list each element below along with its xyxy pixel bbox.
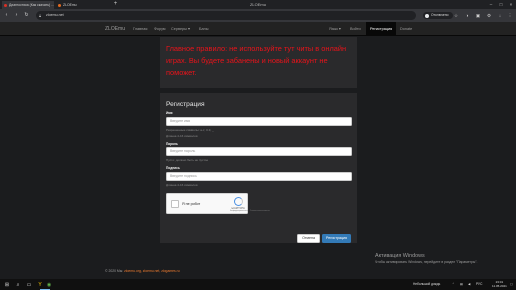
- recaptcha-links[interactable]: Конфиденциальность · Условия использован…: [230, 210, 270, 212]
- register-button[interactable]: Регистрация: [321, 234, 351, 243]
- settings-icon[interactable]: ⚙: [485, 11, 493, 20]
- form-actions: Отмена Регистрация: [297, 226, 351, 244]
- forward-arrow-icon[interactable]: ›: [12, 11, 21, 20]
- signature-input[interactable]: Введите подпись: [166, 171, 352, 181]
- nav-link-forum[interactable]: Форум: [154, 22, 166, 36]
- password-label: Пароль: [166, 141, 178, 146]
- chrome-icon[interactable]: ◉: [45, 281, 53, 289]
- address-bar[interactable]: 🔒︎ zloemu.net: [36, 11, 416, 20]
- cancel-button[interactable]: Отмена: [297, 234, 320, 243]
- warning-text: Главное правило: не используйте тут читы…: [166, 44, 347, 77]
- site-navbar: ZLOEmu Главная Форум Серверы ▾ Баны Язык…: [0, 22, 516, 36]
- sync-status-button[interactable]: Отключено: [423, 12, 453, 19]
- plus-icon[interactable]: +: [112, 1, 119, 8]
- nav-link-servers[interactable]: Серверы ▾: [171, 22, 190, 36]
- sync-label: Отключено: [431, 13, 449, 17]
- watermark-subtitle: Чтобы активировать Windows, перейдите в …: [375, 260, 478, 264]
- username-help-length: Длинна 4-16 символов: [166, 133, 198, 138]
- nav-link-bans[interactable]: Баны: [199, 22, 208, 36]
- footer-links[interactable]: zloemu.org, zloemu.net, zlogames.ru: [124, 269, 180, 273]
- browser-tab[interactable]: ZLOEmu: [56, 1, 108, 9]
- recaptcha-checkbox[interactable]: [171, 199, 179, 208]
- file-explorer-icon[interactable]: ▭: [25, 281, 33, 289]
- tab-favicon-icon: [58, 3, 61, 7]
- lock-icon: 🔒︎: [39, 13, 42, 18]
- weather-widget[interactable]: Небольшой дождь: [413, 279, 440, 290]
- close-icon[interactable]: ×: [506, 0, 516, 9]
- warning-box: Главное правило: не используйте тут читы…: [160, 37, 357, 88]
- tab-title: ZLOEmu: [63, 3, 77, 7]
- language-indicator[interactable]: РУС: [476, 279, 482, 290]
- avatar: [425, 13, 429, 18]
- menu-icon[interactable]: ⋮: [506, 11, 514, 20]
- network-icon[interactable]: ▤: [460, 279, 463, 290]
- recaptcha-label: Я не робот: [182, 201, 201, 206]
- browser-tab-bar: Диагностика (Как скачать) ... ZLOEmu + Z…: [0, 0, 516, 9]
- password-help: Пусто: должно быть не пустое: [166, 158, 209, 162]
- signature-help: Длинна 4-16 символов: [166, 182, 198, 187]
- recaptcha-logo-icon: [234, 196, 243, 206]
- nav-link-donate[interactable]: Donate: [400, 22, 412, 36]
- volume-icon[interactable]: ◀: [468, 279, 470, 290]
- nav-link-home[interactable]: Главная: [133, 22, 147, 36]
- notifications-icon[interactable]: ▢: [510, 279, 513, 290]
- username-label: Имя: [166, 111, 173, 115]
- tab-favicon-icon: [4, 3, 7, 7]
- windows-taskbar: ⊞ ⌕ ▭ Y ◉ Небольшой дождь ⌃ ▤ ◀ РУС 23:0…: [0, 279, 516, 290]
- star-icon[interactable]: ☆: [452, 11, 460, 20]
- back-arrow-icon[interactable]: ‹: [2, 11, 11, 20]
- username-help: Разрешенные символы: a-z, 0-9, _: [166, 127, 214, 132]
- windows-start-icon[interactable]: ⊞: [3, 281, 11, 289]
- maximize-icon[interactable]: □: [496, 0, 506, 9]
- download-icon[interactable]: ↓: [496, 11, 504, 20]
- username-input[interactable]: Введите имя: [166, 116, 352, 126]
- footer-copyright: © 2020 Мы:: [105, 269, 124, 273]
- site-footer: © 2020 Мы: zloemu.org, zloemu.net, zloga…: [105, 269, 180, 273]
- browser-toolbar: ‹ › ↻ 🔒︎ zloemu.net Отключено ☆ ◑ ▣ ⚙ ↓ …: [0, 9, 516, 22]
- browser-tab-active[interactable]: Диагностика (Как скачать) ...: [2, 1, 54, 9]
- translate-icon[interactable]: ◑: [463, 11, 471, 20]
- form-title: Регистрация: [166, 101, 205, 108]
- extension-icon[interactable]: ▣: [474, 11, 482, 20]
- site-brand[interactable]: ZLOEmu: [105, 22, 125, 36]
- address-text: zloemu.net: [46, 13, 64, 17]
- chevron-up-icon[interactable]: ⌃: [452, 279, 455, 290]
- signature-label: Подпись: [166, 166, 180, 170]
- nav-link-login[interactable]: Войти: [350, 22, 361, 36]
- nav-link-register[interactable]: Регистрация: [366, 22, 397, 36]
- reload-icon[interactable]: ↻: [22, 11, 31, 20]
- recaptcha-widget: Я не робот reCAPTCHA Конфиденциальность …: [166, 192, 270, 214]
- search-icon[interactable]: ⌕: [14, 281, 22, 289]
- yandex-browser-icon[interactable]: Y: [36, 281, 44, 289]
- windows-activation-watermark: Активация Windows Чтобы активировать Win…: [375, 253, 477, 264]
- registration-panel: Регистрация Имя Введите имя Разрешенные …: [160, 93, 357, 243]
- minimize-icon[interactable]: –: [486, 0, 496, 9]
- watermark-title: Активация Windows: [375, 253, 425, 259]
- nav-link-language[interactable]: Язык ▾: [329, 22, 341, 36]
- tab-title: Диагностика (Как скачать) ...: [9, 3, 54, 7]
- clock-date: 11.05.2021: [492, 284, 507, 289]
- taskbar-clock[interactable]: 23:01 11.05.2021: [492, 280, 507, 288]
- password-input[interactable]: Введите пароль: [166, 147, 352, 156]
